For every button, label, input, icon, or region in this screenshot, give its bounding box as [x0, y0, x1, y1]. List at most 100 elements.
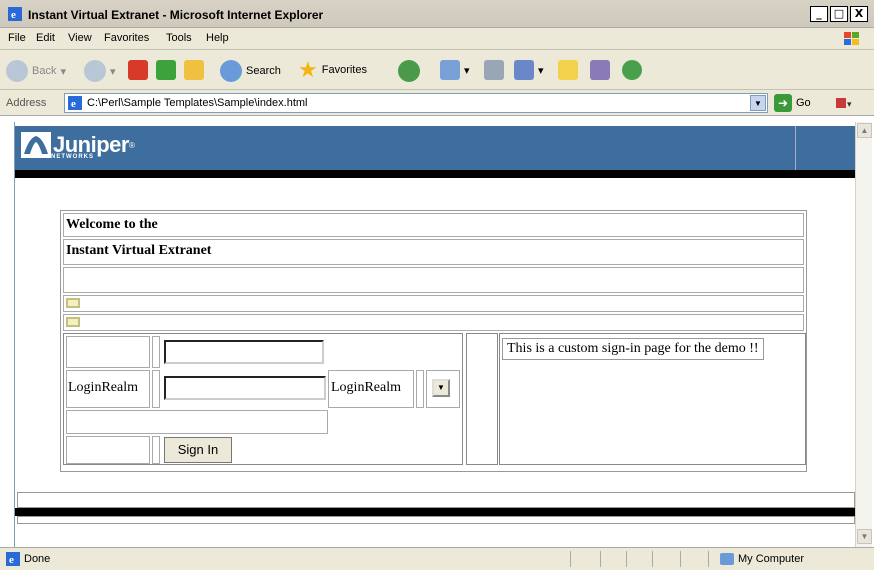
- go-arrow-icon: ➜: [774, 94, 792, 112]
- edit-icon: [514, 60, 534, 80]
- chevron-down-icon: ▾: [110, 65, 116, 78]
- scroll-down-icon[interactable]: ▼: [857, 529, 872, 544]
- go-button[interactable]: ➜ Go: [774, 94, 811, 112]
- ie-icon: e: [8, 7, 22, 21]
- juniper-logo-icon: [21, 132, 51, 158]
- status-divider: [708, 551, 709, 567]
- menu-file[interactable]: File: [8, 32, 26, 44]
- forward-arrow-icon: [84, 60, 106, 82]
- toolbar: Back ▾ ▾ Search ★ Favorites ▾ ▾: [0, 50, 874, 90]
- form-cell: [152, 370, 160, 408]
- discuss-icon: [558, 60, 578, 80]
- footer-divider: [15, 508, 855, 516]
- chevron-down-icon: ▾: [538, 64, 544, 77]
- form-cell: [66, 436, 150, 464]
- address-dropdown-icon[interactable]: ▼: [750, 95, 766, 111]
- form-cell: [152, 436, 160, 464]
- computer-icon: [720, 553, 734, 565]
- menu-help[interactable]: Help: [206, 32, 229, 44]
- address-bar: Address e C:\Perl\Sample Templates\Sampl…: [0, 90, 874, 116]
- mail-button[interactable]: ▾: [440, 60, 470, 80]
- status-divider: [652, 551, 653, 567]
- welcome-row-2: Instant Virtual Extranet: [63, 239, 804, 265]
- footer-row: [17, 492, 855, 508]
- refresh-icon: [156, 60, 176, 80]
- menu-view[interactable]: View: [68, 32, 92, 44]
- chevron-down-icon: ▾: [60, 65, 66, 78]
- print-button[interactable]: [484, 60, 504, 80]
- welcome-heading-1: Welcome to the: [66, 217, 158, 232]
- close-button[interactable]: X: [850, 6, 868, 22]
- page-footer: [15, 492, 855, 524]
- search-button[interactable]: Search: [220, 60, 281, 82]
- realm-select-dropdown[interactable]: ▼: [432, 379, 450, 397]
- svg-text:e: e: [71, 98, 76, 110]
- links-icon[interactable]: ▾: [836, 96, 852, 110]
- messenger-button[interactable]: [622, 60, 642, 80]
- home-icon: [184, 60, 204, 80]
- discuss-button[interactable]: [558, 60, 578, 80]
- username-input[interactable]: [164, 340, 324, 364]
- status-divider: [626, 551, 627, 567]
- security-zone: My Computer: [720, 553, 804, 565]
- image-row-2: [63, 314, 804, 331]
- page-done-icon: e: [6, 552, 20, 566]
- edit-button[interactable]: ▾: [514, 60, 544, 80]
- svg-text:e: e: [9, 554, 14, 566]
- mail-icon: [440, 60, 460, 80]
- footer-row: [17, 516, 855, 524]
- form-cell: [152, 336, 160, 368]
- search-icon: [220, 60, 242, 82]
- maximize-button[interactable]: □: [830, 6, 848, 22]
- back-arrow-icon: [6, 60, 28, 82]
- registered-mark: ®: [128, 140, 135, 150]
- messenger-icon: [622, 60, 642, 80]
- password-input[interactable]: [164, 376, 326, 400]
- vertical-scrollbar[interactable]: ▲ ▼: [855, 122, 872, 547]
- header-banner: Juniper ® NETWORKS: [15, 126, 855, 178]
- stop-icon: [128, 60, 148, 80]
- menu-edit[interactable]: Edit: [36, 32, 55, 44]
- star-icon: ★: [298, 57, 318, 82]
- print-icon: [484, 60, 504, 80]
- research-button[interactable]: [590, 60, 610, 80]
- signin-panel: Welcome to the Instant Virtual Extranet …: [60, 210, 807, 472]
- broken-image-icon: [66, 317, 80, 327]
- logo-subtitle: NETWORKS: [51, 154, 94, 160]
- svg-text:e: e: [11, 9, 16, 21]
- banner-divider: [795, 126, 796, 170]
- back-button[interactable]: Back ▾: [6, 60, 66, 82]
- custom-message-cell: This is a custom sign-in page for the de…: [499, 333, 806, 465]
- page-icon: e: [68, 96, 82, 110]
- history-button[interactable]: [398, 60, 420, 82]
- title-bar: e Instant Virtual Extranet - Microsoft I…: [0, 0, 874, 28]
- status-text: Done: [24, 553, 51, 565]
- address-url: C:\Perl\Sample Templates\Sample\index.ht…: [87, 97, 308, 109]
- favorites-button[interactable]: ★ Favorites: [298, 57, 367, 82]
- empty-row: [63, 267, 804, 293]
- scroll-up-icon[interactable]: ▲: [857, 123, 872, 138]
- menu-bar: File Edit View Favorites Tools Help: [0, 28, 874, 50]
- welcome-row-1: Welcome to the: [63, 213, 804, 237]
- sign-in-button[interactable]: Sign In: [164, 437, 232, 463]
- image-row-1: [63, 295, 804, 312]
- refresh-button[interactable]: [156, 60, 176, 80]
- history-icon: [398, 60, 420, 82]
- status-bar: e Done My Computer: [0, 547, 874, 570]
- forward-button[interactable]: ▾: [84, 60, 116, 82]
- address-label: Address: [6, 97, 47, 109]
- welcome-heading-2: Instant Virtual Extranet: [66, 243, 212, 258]
- broken-image-icon: [66, 298, 80, 308]
- minimize-button[interactable]: _: [810, 6, 828, 22]
- realm-label-2: LoginRealm: [331, 380, 401, 395]
- spacer-cell: [466, 333, 498, 465]
- home-button[interactable]: [184, 60, 204, 80]
- menu-favorites[interactable]: Favorites: [104, 32, 149, 44]
- realm-label-1: LoginRealm: [68, 380, 138, 395]
- form-cell: [66, 336, 150, 368]
- menu-tools[interactable]: Tools: [166, 32, 192, 44]
- login-form: LoginRealm LoginRealm ▼ Sign In: [63, 333, 463, 465]
- address-input[interactable]: e C:\Perl\Sample Templates\Sample\index.…: [64, 93, 768, 113]
- browser-viewport: Juniper ® NETWORKS Welcome to the Instan…: [14, 122, 855, 547]
- stop-button[interactable]: [128, 60, 148, 80]
